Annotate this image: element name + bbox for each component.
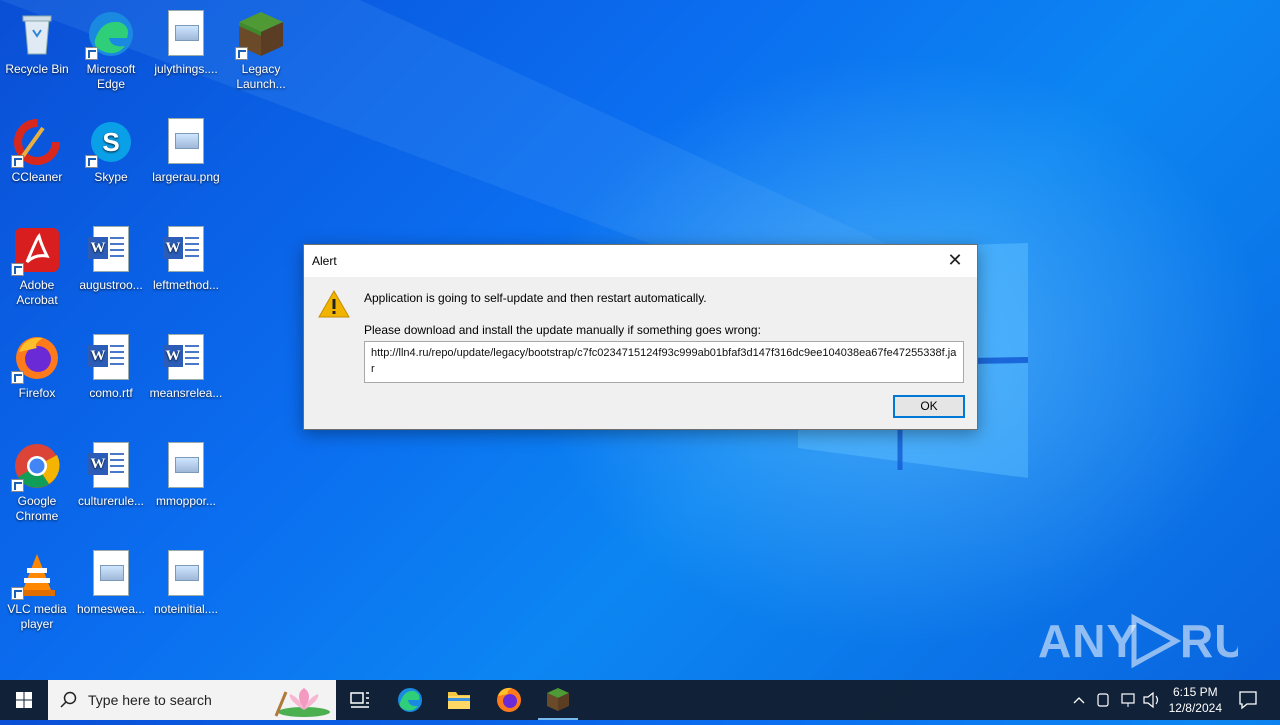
icon-label: Adobe Acrobat — [16, 278, 58, 307]
show-hidden-icons-chevron-icon — [1073, 697, 1085, 704]
chrome-icon — [11, 442, 61, 492]
icon-label: largerau.png — [152, 170, 220, 184]
icon-label: Recycle Bin — [5, 62, 69, 76]
icon-label: Google Chrome — [15, 494, 59, 523]
firefox-icon — [11, 334, 61, 384]
ccleaner-icon — [11, 118, 61, 168]
taskbar: Type here to search 6:15 PM 12/8/2024 — [0, 680, 1280, 720]
dialog-message-update: Application is going to self-update and … — [364, 291, 707, 305]
dialog-title: Alert — [312, 254, 337, 268]
minecraft-grass-block-icon — [547, 688, 569, 711]
folder-icon — [448, 692, 470, 709]
icon-label: CCleaner — [11, 170, 63, 184]
icon-label: homeswea... — [76, 602, 146, 616]
vlc-cone-icon — [11, 550, 61, 600]
image-file-icon — [87, 550, 135, 598]
start-button[interactable] — [0, 680, 48, 720]
desktop-icon-vlc[interactable]: VLC media player — [0, 544, 74, 644]
taskbar-legacy-launcher[interactable] — [534, 680, 582, 720]
taskbar-clock[interactable]: 6:15 PM 12/8/2024 — [1169, 684, 1222, 716]
icon-label: VLC media player — [7, 602, 67, 631]
firefox-icon — [497, 687, 521, 712]
word-document-icon: W — [87, 226, 135, 274]
svg-text:S: S — [102, 127, 119, 157]
volume-icon — [1143, 691, 1154, 709]
taskbar-firefox[interactable] — [485, 680, 533, 720]
desktop-icon-noteinitial[interactable]: noteinitial.... — [149, 544, 223, 644]
desktop-icon-firefox[interactable]: Firefox — [0, 328, 74, 428]
icon-label: julythings.... — [154, 62, 218, 76]
system-tray — [1066, 680, 1166, 720]
task-view-icon — [350, 692, 369, 708]
clock-time: 6:15 PM — [1172, 685, 1218, 699]
desktop-icon-recycle-bin[interactable]: Recycle Bin — [0, 4, 74, 104]
desktop-icon-meansrelea[interactable]: W meansrelea... — [149, 328, 223, 428]
acrobat-icon — [11, 226, 61, 276]
image-file-icon — [162, 550, 210, 598]
icon-label: culturerule... — [77, 494, 145, 508]
action-center-button[interactable] — [1224, 680, 1272, 720]
desktop-icon-mmoppor[interactable]: mmoppor... — [149, 436, 223, 536]
word-document-icon: W — [87, 442, 135, 490]
edge-icon — [398, 688, 422, 712]
desktop-icon-augustroo[interactable]: W augustroo... — [74, 220, 148, 320]
ok-button[interactable]: OK — [893, 395, 965, 418]
desktop-icon-ccleaner[interactable]: CCleaner — [0, 112, 74, 212]
desktop-icon-largerau[interactable]: largerau.png — [149, 112, 223, 212]
anyrun-watermark: ANY RUN — [1038, 610, 1280, 683]
warning-icon — [318, 289, 350, 323]
update-url-field[interactable]: http://lln4.ru/repo/update/legacy/bootst… — [364, 341, 964, 383]
desktop-icon-homeswea[interactable]: homeswea... — [74, 544, 148, 644]
desktop-icon-leftmethod[interactable]: W leftmethod... — [149, 220, 223, 320]
svg-text:ANY: ANY — [1038, 615, 1138, 667]
meet-now-icon — [1097, 693, 1109, 707]
desktop-icon-como[interactable]: W como.rtf — [74, 328, 148, 428]
windows-logo-icon — [16, 692, 32, 708]
taskbar-search-box[interactable]: Type here to search — [48, 680, 336, 720]
icon-label: noteinitial.... — [153, 602, 219, 616]
word-document-icon: W — [162, 334, 210, 382]
icon-label: meansrelea... — [149, 386, 223, 400]
icon-label: Skype — [94, 170, 128, 184]
close-icon[interactable]: ✕ — [933, 245, 977, 277]
dialog-message-instructions: Please download and install the update m… — [364, 323, 761, 337]
lotus-search-highlight-icon — [274, 688, 330, 717]
notification-icon — [1239, 691, 1257, 710]
icon-label: Legacy Launch... — [236, 62, 286, 91]
desktop-icon-adobe-acrobat[interactable]: Adobe Acrobat — [0, 220, 74, 320]
search-placeholder: Type here to search — [88, 692, 212, 708]
image-file-icon — [162, 10, 210, 58]
word-document-icon: W — [87, 334, 135, 382]
image-file-icon — [162, 442, 210, 490]
clock-date: 12/8/2024 — [1168, 701, 1222, 715]
recycle-bin-icon — [13, 10, 61, 58]
task-view-button[interactable] — [336, 680, 384, 720]
taskbar-edge[interactable] — [386, 680, 434, 720]
icon-label: Firefox — [18, 386, 56, 400]
icon-label: mmoppor... — [155, 494, 217, 508]
desktop-icon-microsoft-edge[interactable]: Microsoft Edge — [74, 4, 148, 104]
search-icon — [60, 691, 77, 708]
icon-label: leftmethod... — [152, 278, 220, 292]
minecraft-grass-block-icon — [235, 10, 285, 60]
desktop-icon-skype[interactable]: S Skype — [74, 112, 148, 212]
desktop-icon-google-chrome[interactable]: Google Chrome — [0, 436, 74, 536]
desktop-icon-julythings[interactable]: julythings.... — [149, 4, 223, 104]
svg-text:RUN: RUN — [1180, 615, 1238, 667]
image-file-icon — [162, 118, 210, 166]
network-icon — [1121, 693, 1135, 704]
skype-icon: S — [85, 118, 135, 168]
desktop-icon-legacy-launcher[interactable]: Legacy Launch... — [224, 4, 298, 104]
alert-dialog: Alert ✕ Application is going to self-upd… — [303, 244, 978, 430]
taskbar-file-explorer[interactable] — [435, 680, 483, 720]
desktop-icon-culturerule[interactable]: W culturerule... — [74, 436, 148, 536]
dialog-titlebar[interactable]: Alert ✕ — [304, 245, 977, 277]
edge-icon — [85, 10, 135, 60]
word-document-icon: W — [162, 226, 210, 274]
icon-label: Microsoft Edge — [86, 62, 136, 91]
icon-label: augustroo... — [79, 278, 143, 292]
icon-label: como.rtf — [89, 386, 133, 400]
